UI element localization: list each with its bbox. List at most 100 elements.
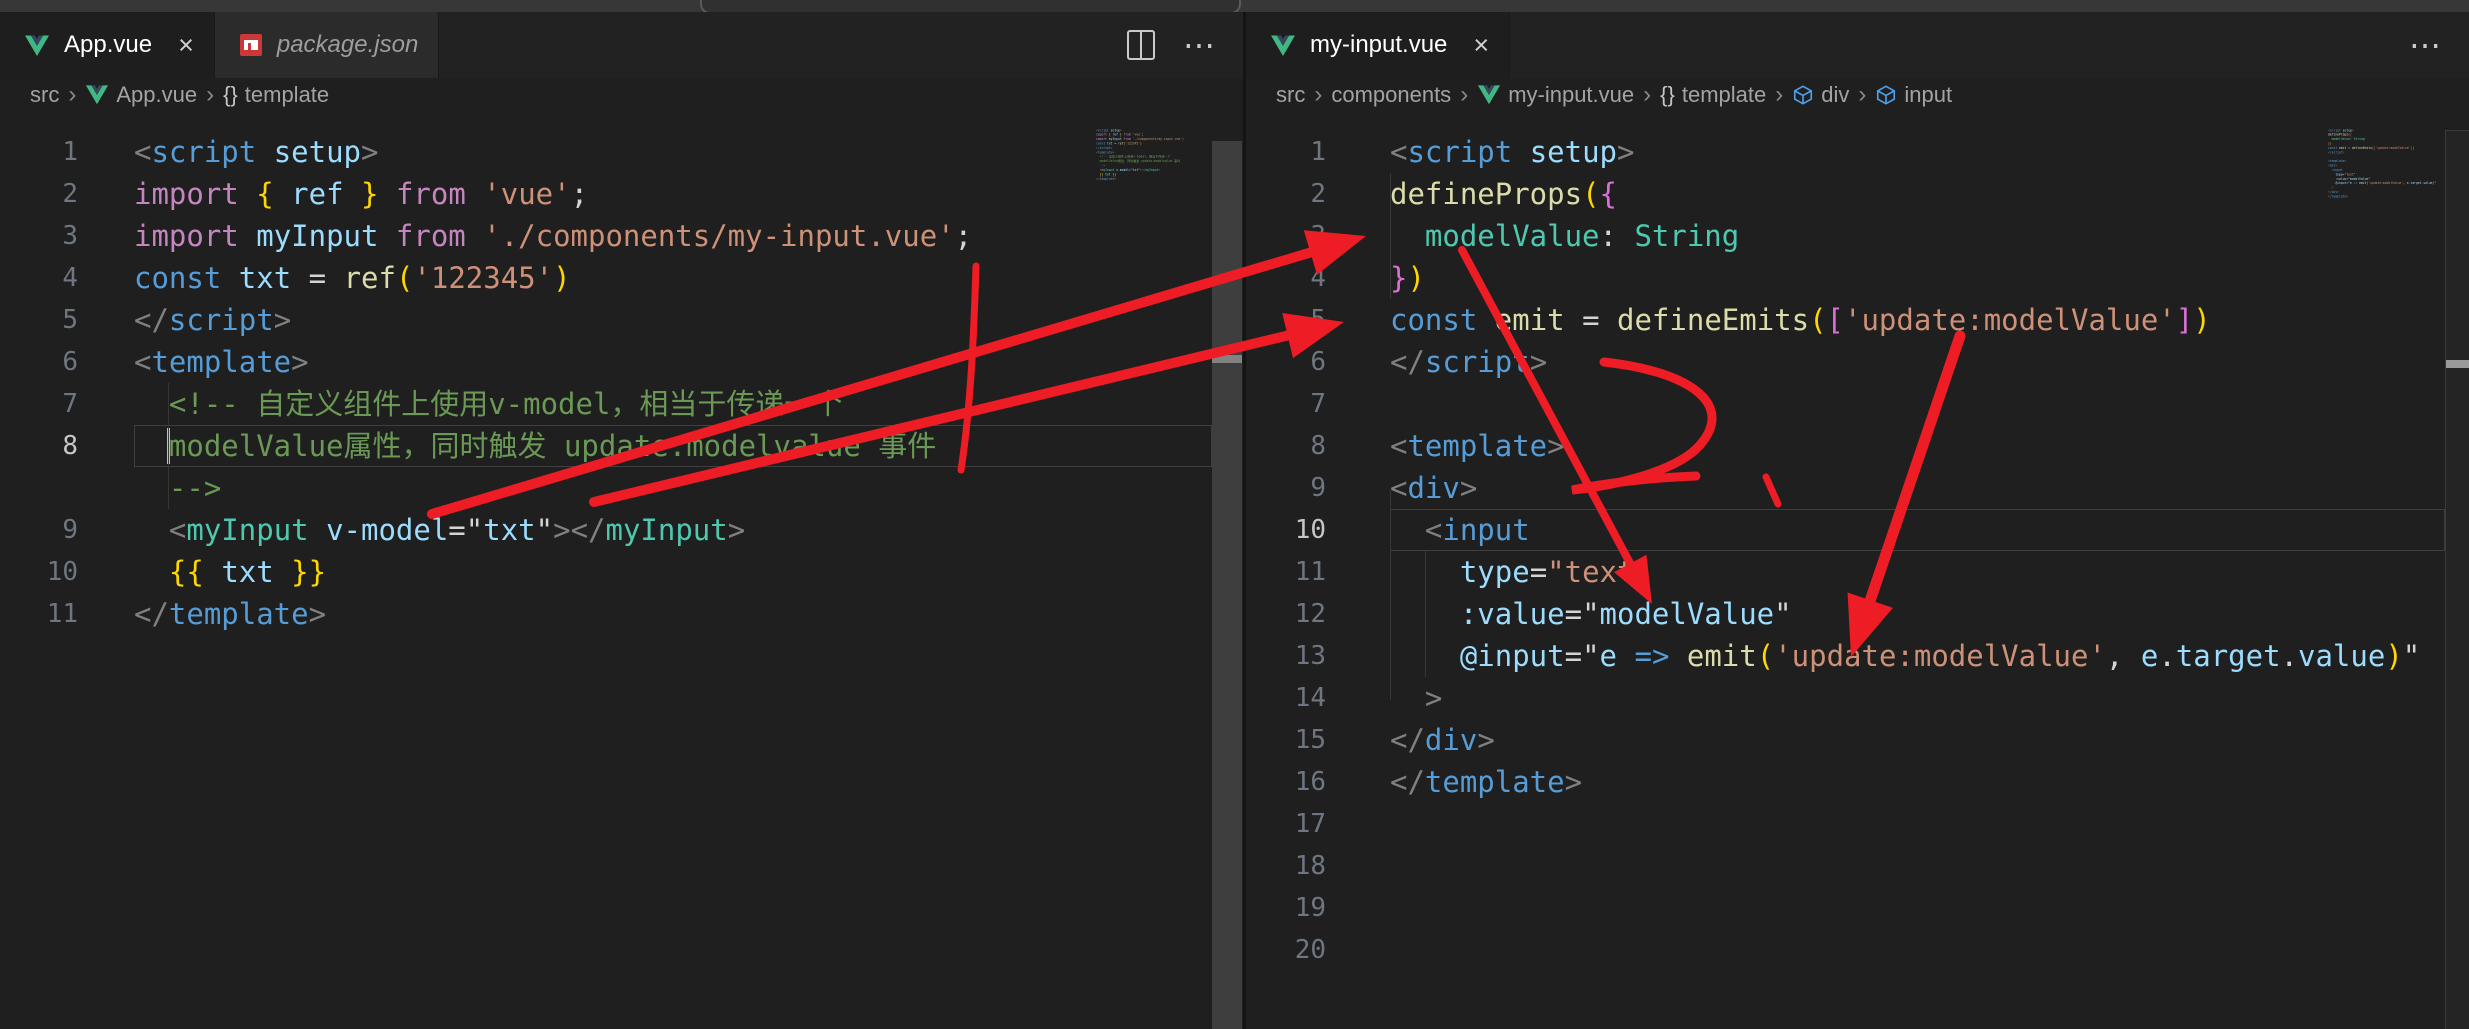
close-icon[interactable]: ×: [178, 31, 194, 59]
code-line-20[interactable]: 20: [1246, 929, 2469, 971]
code-line-4[interactable]: 4 const txt = ref('122345'): [0, 257, 1243, 299]
scrollbar-left[interactable]: [1212, 141, 1242, 1029]
code-line-9[interactable]: 9 <myInput v-model="txt"></myInput>: [0, 509, 1243, 551]
symbol-element-icon: [1794, 85, 1813, 105]
symbol-element-icon: [1877, 85, 1896, 105]
code-line-8[interactable]: 8 <template>: [1246, 425, 2469, 467]
line-number: [0, 467, 134, 509]
code-line-2[interactable]: 2 defineProps({: [1246, 173, 2469, 215]
line-number: 4: [62, 263, 78, 293]
code-line-11[interactable]: 11 type="text": [1246, 551, 2469, 593]
breadcrumb-label: components: [1331, 82, 1452, 107]
line-number: 15: [1294, 725, 1326, 755]
code-line-6[interactable]: 6 </script>: [1246, 341, 2469, 383]
code-left[interactable]: 1 <script setup> 2 import { ref } from 'vue…: [0, 112, 1243, 635]
code-line-3[interactable]: 3 import myInput from './components/my-in…: [0, 215, 1243, 257]
vue-icon: [1478, 85, 1501, 105]
code-line-5[interactable]: 5 </script>: [0, 299, 1243, 341]
editor-left[interactable]: 1 <script setup> 2 import { ref } from 'vue…: [0, 112, 1243, 1029]
breadcrumb-item-my-input.vue[interactable]: my-input.vue: [1477, 82, 1634, 108]
breadcrumb-label: App.vue: [116, 82, 198, 107]
line-number: 13: [1294, 641, 1326, 671]
code-line-3[interactable]: 3 modelValue: String: [1246, 215, 2469, 257]
line-number: 7: [1310, 389, 1326, 419]
code-line-6[interactable]: 6 <template>: [0, 341, 1243, 383]
code-line-4[interactable]: 4}): [1246, 257, 2469, 299]
editor-group-left: App.vue × package.json ⋯ src › App.vue › {} te…: [0, 12, 1243, 1029]
line-number: 11: [1294, 557, 1326, 587]
code-line-18[interactable]: 18: [1246, 845, 2469, 887]
tab-package.json[interactable]: package.json: [214, 12, 440, 78]
close-icon[interactable]: ×: [1473, 31, 1489, 59]
line-number: 5: [1310, 305, 1326, 335]
code-line-2[interactable]: 2 import { ref } from 'vue';: [0, 173, 1243, 215]
line-number: 3: [62, 221, 78, 251]
line-number: 11: [46, 599, 78, 629]
minimap-right[interactable]: <script setup> defineProps({ modelValue: …: [2328, 128, 2446, 218]
breadcrumb-item-components[interactable]: components: [1331, 82, 1451, 108]
indent-guide: [1425, 551, 1426, 677]
line-number: 6: [1310, 347, 1326, 377]
breadcrumb-right: src › components › my-input.vue › {} template ›…: [1246, 78, 2469, 112]
scrollbar-right[interactable]: [2445, 130, 2469, 1029]
breadcrumb-item-input[interactable]: input: [1875, 82, 1952, 108]
breadcrumb-label: template: [244, 82, 330, 107]
breadcrumb-item-div[interactable]: div: [1792, 82, 1849, 108]
code-line-19[interactable]: 19: [1246, 887, 2469, 929]
breadcrumb-item-App.vue[interactable]: App.vue: [85, 82, 197, 108]
breadcrumb-label: my-input.vue: [1508, 82, 1635, 107]
minimap-left[interactable]: <script setup> import { ref } from 'vue';…: [1096, 128, 1204, 192]
code-line-1[interactable]: 1 <script setup>: [0, 131, 1243, 173]
breadcrumb-item-template[interactable]: {} template: [1660, 82, 1766, 108]
code-line-9[interactable]: 9 <div>: [1246, 467, 2469, 509]
indent-guide: [1390, 490, 1391, 700]
breadcrumb-separator: ›: [1314, 81, 1323, 108]
more-actions-icon[interactable]: ⋯: [2409, 29, 2443, 61]
tab-my-input.vue[interactable]: my-input.vue ×: [1246, 12, 1511, 78]
breadcrumb-separator: ›: [68, 81, 77, 108]
breadcrumb-left: src › App.vue › {} template: [0, 78, 1243, 112]
editor-group-right: my-input.vue × ⋯ src › components › my-input.…: [1246, 12, 2469, 1029]
code-right[interactable]: 1 <script setup> 2 defineProps({3 modelValu…: [1246, 112, 2469, 971]
line-number: 3: [1310, 221, 1326, 251]
line-number: 6: [62, 347, 78, 377]
scrollbar-thumb[interactable]: [1212, 355, 1242, 363]
line-number: 4: [1310, 263, 1326, 293]
tab-label: package.json: [276, 31, 419, 58]
scrollbar-thumb[interactable]: [2446, 360, 2469, 368]
line-number: 10: [46, 557, 78, 587]
line-number: 1: [1310, 137, 1326, 167]
code-line-7[interactable]: 7 <!-- 自定义组件上使用v-model，相当于传递一个: [0, 383, 1243, 425]
breadcrumb-separator: ›: [1643, 81, 1652, 108]
breadcrumb-item-src[interactable]: src: [1276, 82, 1305, 108]
code-line-1[interactable]: 1 <script setup>: [1246, 131, 2469, 173]
breadcrumb-label: input: [1904, 82, 1953, 107]
code-line-15[interactable]: 15 </div>: [1246, 719, 2469, 761]
line-number: 5: [62, 305, 78, 335]
code-line-wrap[interactable]: -->: [0, 467, 1243, 509]
line-number: 17: [1294, 809, 1326, 839]
tab-label: App.vue: [64, 31, 153, 58]
npm-icon: [239, 34, 262, 56]
editor-right[interactable]: 1 <script setup> 2 defineProps({3 modelValu…: [1246, 112, 2469, 1029]
code-line-7[interactable]: 7: [1246, 383, 2469, 425]
code-line-10[interactable]: 10 {{ txt }}: [0, 551, 1243, 593]
code-line-17[interactable]: 17: [1246, 803, 2469, 845]
line-number: 2: [62, 179, 78, 209]
line-number: 19: [1294, 893, 1326, 923]
code-line-10[interactable]: 10 <input: [1246, 509, 2469, 551]
code-line-8[interactable]: 8 modelValue属性，同时触发 update:modelvalue 事件: [0, 425, 1243, 467]
code-line-12[interactable]: 12 :value="modelValue": [1246, 593, 2469, 635]
line-number: 10: [1294, 515, 1326, 545]
code-line-16[interactable]: 16 </template>: [1246, 761, 2469, 803]
code-line-5[interactable]: 5 const emit = defineEmits(['update:model…: [1246, 299, 2469, 341]
split-editor-icon[interactable]: [1127, 30, 1155, 60]
more-actions-icon[interactable]: ⋯: [1183, 29, 1217, 61]
code-line-14[interactable]: 14 >: [1246, 677, 2469, 719]
code-line-11[interactable]: 11 </template>: [0, 593, 1243, 635]
tab-App.vue[interactable]: App.vue ×: [0, 12, 215, 78]
line-number: 16: [1294, 767, 1326, 797]
breadcrumb-item-src[interactable]: src: [30, 82, 59, 108]
code-line-13[interactable]: 13 @input="e => emit('update:modelValue'…: [1246, 635, 2469, 677]
breadcrumb-item-template[interactable]: {} template: [223, 82, 329, 108]
